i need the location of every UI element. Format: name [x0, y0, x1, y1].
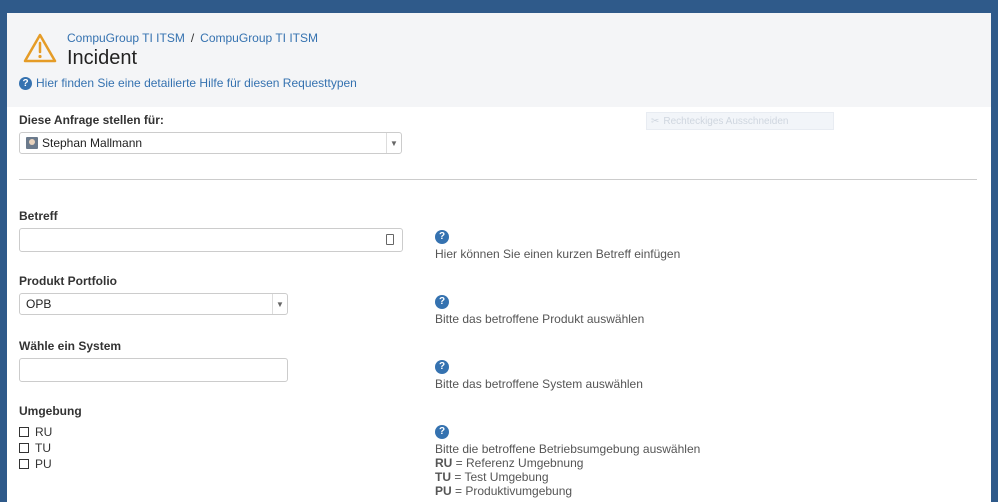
checkbox-label: RU — [35, 425, 53, 439]
request-for-value: Stephan Mallmann — [42, 136, 143, 150]
checkbox-label: PU — [35, 457, 52, 471]
system-help: ? Bitte das betroffene System auswählen — [435, 358, 643, 391]
request-for-select[interactable]: Stephan Mallmann ▼ — [19, 132, 402, 154]
checkbox[interactable] — [19, 443, 29, 453]
window-top-bar — [0, 0, 998, 13]
environment-label: Umgebung — [19, 404, 82, 418]
legend-key: RU — [435, 456, 453, 470]
breadcrumb-link-service-desk[interactable]: CompuGroup TI ITSM — [67, 31, 185, 45]
help-link-text[interactable]: Hier finden Sie eine detailierte Hilfe f… — [36, 76, 357, 90]
legend-text: = Produktivumgebung — [451, 484, 573, 498]
legend-key: TU — [435, 470, 451, 484]
legend-key: PU — [435, 484, 452, 498]
portfolio-value: OPB — [26, 297, 52, 311]
environment-help: ? Bitte die betroffene Betriebsumgebung … — [435, 423, 700, 498]
help-icon[interactable]: ? — [435, 425, 449, 439]
legend-pu: PU = Produktivumgebung — [435, 484, 700, 498]
warning-icon — [23, 33, 57, 63]
checkbox[interactable] — [19, 459, 29, 469]
subject-input[interactable] — [19, 228, 403, 252]
user-avatar — [26, 137, 38, 149]
help-icon[interactable]: ? — [435, 360, 449, 374]
form-divider — [19, 179, 977, 180]
subject-label: Betreff — [19, 209, 58, 223]
legend-text: = Referenz Umgebnung — [452, 456, 584, 470]
help-icon: ? — [19, 76, 32, 90]
page-title: Incident — [67, 47, 138, 69]
environment-option-ru[interactable]: RU — [19, 425, 52, 439]
system-label: Wähle ein System — [19, 339, 122, 353]
system-help-text: Bitte das betroffene System auswählen — [435, 377, 643, 391]
system-input[interactable] — [19, 358, 288, 382]
subject-help: ? Hier können Sie einen kurzen Betreff e… — [435, 228, 680, 261]
snipping-tool-overlay: ✂ Rechteckiges Ausschneiden — [646, 112, 834, 130]
legend-ru: RU = Referenz Umgebnung — [435, 456, 700, 470]
legend-text: = Test Umgebung — [451, 470, 549, 484]
portfolio-select[interactable]: OPB ▼ — [19, 293, 288, 315]
request-for-label: Diese Anfrage stellen für: — [19, 113, 164, 127]
portfolio-help: ? Bitte das betroffene Produkt auswählen — [435, 293, 644, 326]
environment-option-pu[interactable]: PU — [19, 457, 52, 471]
checkbox[interactable] — [19, 427, 29, 437]
portfolio-help-text: Bitte das betroffene Produkt auswählen — [435, 312, 645, 326]
help-icon[interactable]: ? — [435, 230, 449, 244]
request-type-help-link[interactable]: ? Hier finden Sie eine detailierte Hilfe… — [19, 76, 357, 90]
request-panel: CompuGroup TI ITSM / CompuGroup TI ITSM In… — [7, 13, 991, 502]
legend-tu: TU = Test Umgebung — [435, 470, 700, 484]
breadcrumb: CompuGroup TI ITSM / CompuGroup TI ITSM — [67, 31, 318, 45]
input-assist-icon — [386, 234, 394, 245]
scissors-icon: ✂ — [651, 115, 660, 127]
breadcrumb-separator: / — [190, 31, 195, 45]
environment-help-text: Bitte die betroffene Betriebsumgebung au… — [435, 442, 701, 456]
checkbox-label: TU — [35, 441, 51, 455]
chevron-down-icon[interactable]: ▼ — [386, 133, 401, 153]
environment-option-tu[interactable]: TU — [19, 441, 51, 455]
chevron-down-icon[interactable]: ▼ — [272, 294, 287, 314]
portfolio-label: Produkt Portfolio — [19, 274, 117, 288]
breadcrumb-link-portal[interactable]: CompuGroup TI ITSM — [200, 31, 318, 45]
help-icon[interactable]: ? — [435, 295, 449, 309]
snipping-overlay-label: Rechteckiges Ausschneiden — [663, 115, 789, 127]
request-header: CompuGroup TI ITSM / CompuGroup TI ITSM In… — [7, 13, 991, 107]
subject-help-text: Hier können Sie einen kurzen Betreff ein… — [435, 247, 681, 261]
